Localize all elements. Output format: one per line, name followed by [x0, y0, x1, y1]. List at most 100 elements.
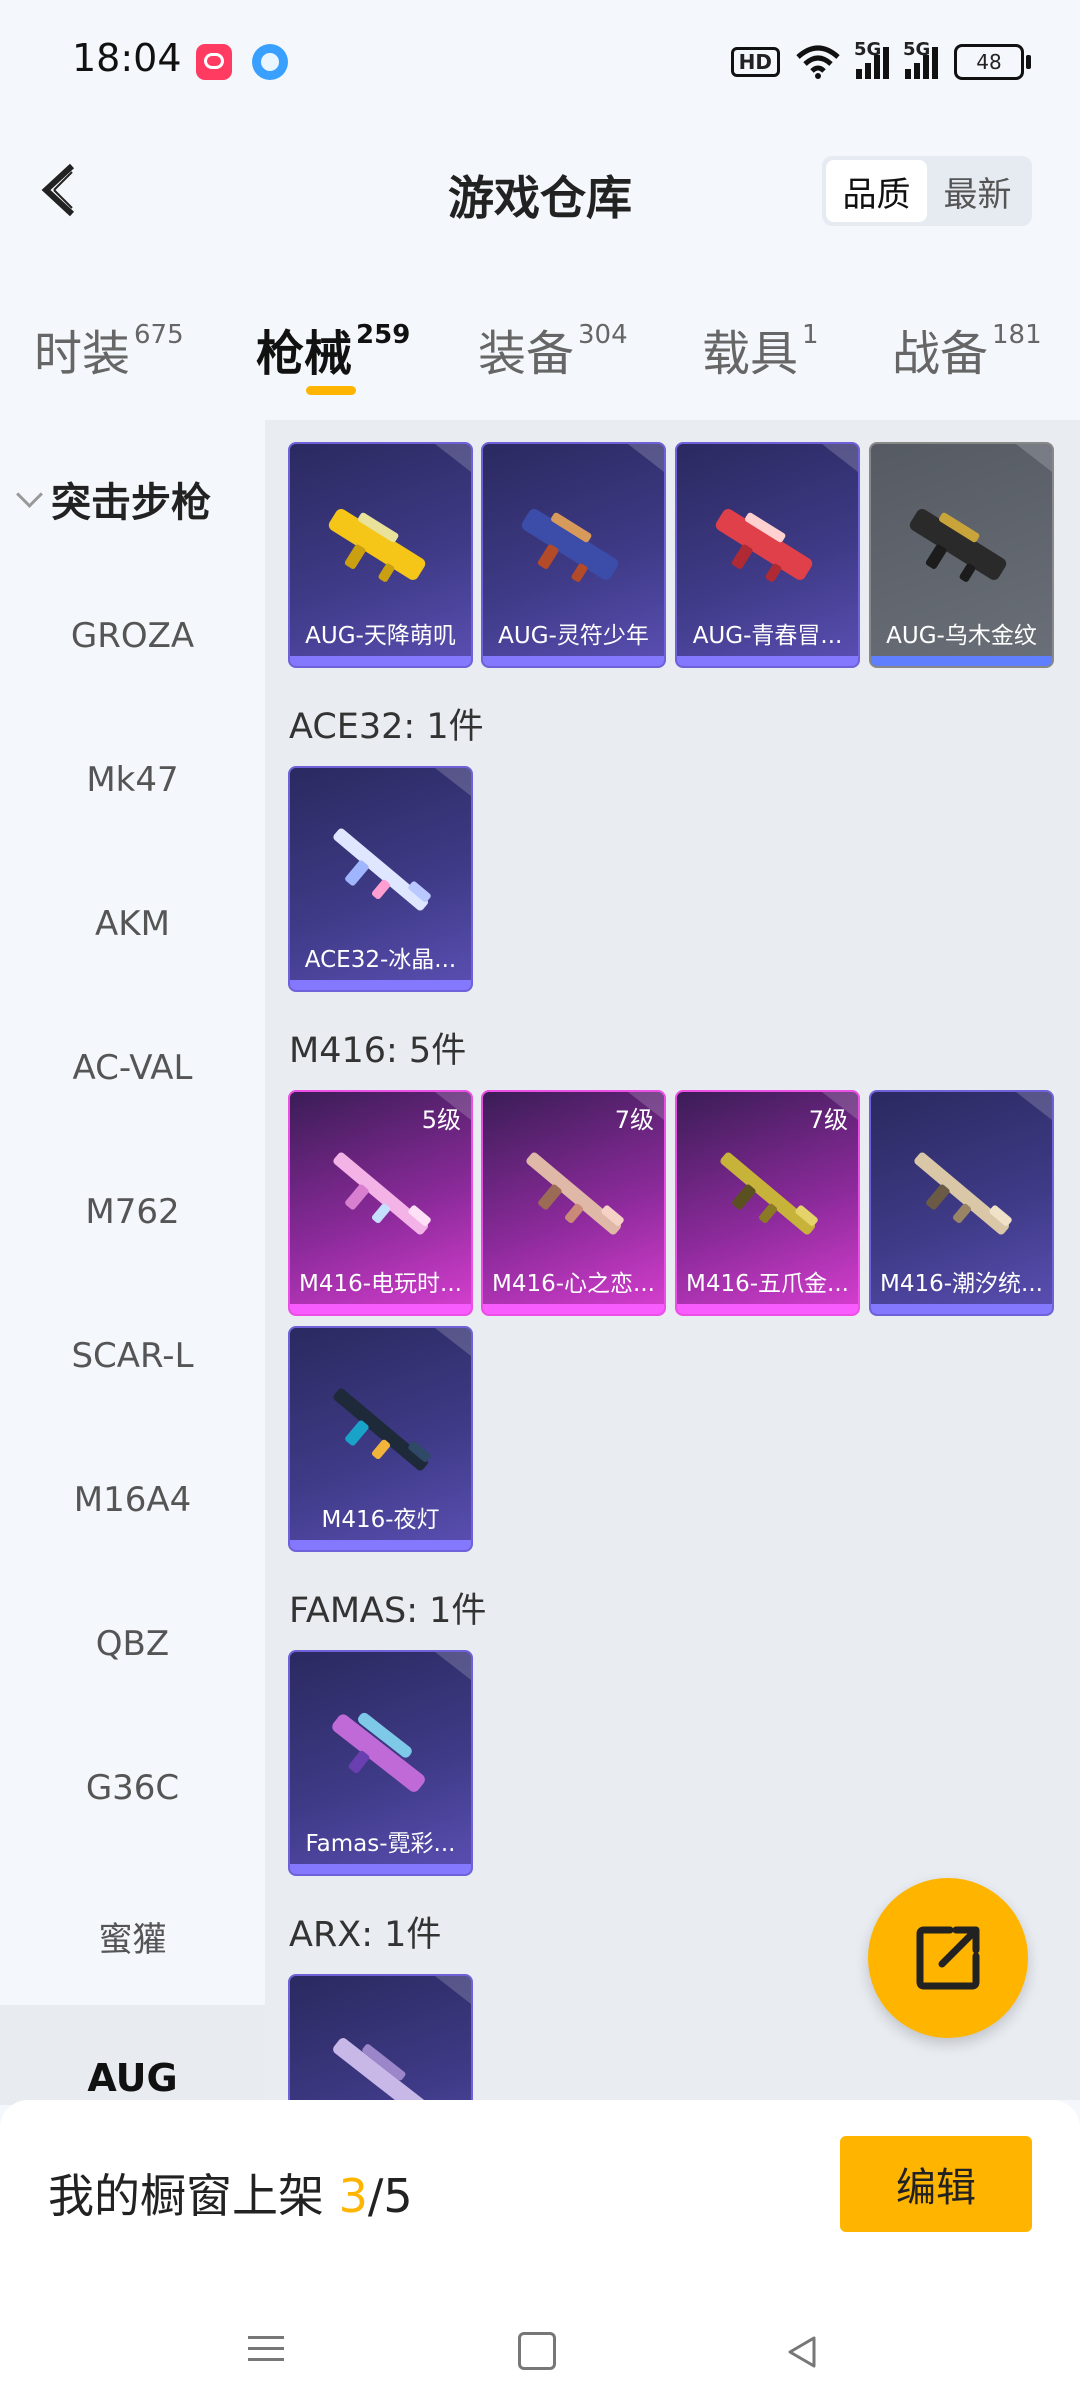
- m416-rifle-icon: [333, 1152, 431, 1235]
- sidebar-item-groza[interactable]: GROZA: [0, 616, 265, 656]
- weapon-name: M416-电玩时...: [299, 1271, 462, 1297]
- weapon-name: AUG-乌木金纹: [886, 623, 1037, 649]
- weapon-level-badge: 7级: [614, 1106, 654, 1134]
- sort-option-quality[interactable]: 品质: [826, 160, 927, 222]
- weapon-card[interactable]: 7级 M416-心之恋...: [481, 1090, 666, 1316]
- sidebar-item-scar-l[interactable]: SCAR-L: [0, 1336, 265, 1376]
- weapon-card[interactable]: AUG-青春冒...: [675, 442, 860, 668]
- sidebar-category[interactable]: 突击步枪: [16, 470, 211, 528]
- tab-supplies[interactable]: 战备 181: [892, 314, 1042, 384]
- signal-5g-label: 5G: [854, 39, 882, 60]
- weapon-card[interactable]: 5级 M416-电玩时...: [288, 1090, 473, 1316]
- tab-count: 675: [134, 320, 184, 350]
- sort-toggle: 品质 最新: [822, 156, 1032, 226]
- weapon-card[interactable]: M416-夜灯: [288, 1326, 473, 1552]
- rarity-bar: [290, 1540, 471, 1550]
- section-label-m416: M416: 5件: [289, 1031, 467, 1071]
- rarity-bar: [677, 1304, 858, 1314]
- showcase-panel: 我的橱窗上架 3/5 编辑: [0, 2100, 1080, 2400]
- share-button[interactable]: [868, 1878, 1028, 2038]
- weapon-level-badge: 5级: [421, 1106, 461, 1134]
- rarity-bar: [483, 1304, 664, 1314]
- battery-icon: 48: [954, 44, 1031, 80]
- share-external-icon: [916, 1926, 980, 1990]
- signal-icon-2: 5G: [903, 39, 938, 79]
- status-bar: 18:04 HD 5G 5G 48: [0, 0, 1080, 120]
- weapon-level-badge: 7级: [808, 1106, 848, 1134]
- back-icon[interactable]: [782, 2332, 822, 2372]
- tab-count: 259: [356, 320, 411, 350]
- tab-label: 枪械: [256, 326, 353, 382]
- weapon-grid: AUG-天降萌叽 AUG-灵符少年 AUG-青春冒... AUG-乌木金纹 AC…: [265, 420, 1080, 2100]
- m416-rifle-icon: [914, 1152, 1012, 1235]
- showcase-label: 我的橱窗上架: [48, 2169, 339, 2223]
- rarity-bar: [871, 656, 1052, 666]
- weapon-name: AUG-天降萌叽: [305, 623, 456, 649]
- sidebar-item-akm[interactable]: AKM: [0, 904, 265, 944]
- rarity-bar: [871, 1304, 1052, 1314]
- weapon-name: M416-心之恋...: [492, 1271, 655, 1297]
- tab-label: 载具: [702, 326, 799, 382]
- weapon-name: ACE32-冰晶...: [304, 947, 457, 973]
- system-navigation-bar: [0, 2310, 1080, 2400]
- ace32-rifle-icon: [333, 828, 431, 911]
- sidebar-item-m762[interactable]: M762: [0, 1192, 265, 1232]
- sidebar-item-ac-val[interactable]: AC-VAL: [0, 1048, 265, 1088]
- sidebar-item-mk47[interactable]: Mk47: [0, 760, 265, 800]
- sidebar-item-honey-badger[interactable]: 蜜獾: [0, 1912, 265, 1961]
- m416-rifle-icon: [720, 1152, 818, 1235]
- rarity-bar: [290, 1304, 471, 1314]
- weapon-name: AUG-灵符少年: [498, 623, 649, 649]
- sidebar-item-m16a4[interactable]: M16A4: [0, 1480, 265, 1520]
- app-notification-icon-2: [252, 44, 288, 80]
- weapon-sidebar: 突击步枪 GROZA Mk47 AKM AC-VAL M762 SCAR-L M…: [0, 420, 265, 2105]
- home-icon[interactable]: [518, 2332, 556, 2370]
- arx-rifle-icon: [333, 2038, 426, 2100]
- active-tab-indicator: [306, 386, 356, 395]
- signal-5g-label-2: 5G: [903, 39, 931, 60]
- weapon-card[interactable]: Famas-霓彩...: [288, 1650, 473, 1876]
- weapon-name: M416-夜灯: [321, 1507, 440, 1533]
- showcase-count: 3: [338, 2169, 368, 2223]
- edit-button[interactable]: 编辑: [840, 2136, 1032, 2232]
- tab-vehicles[interactable]: 载具 1: [702, 314, 819, 384]
- weapon-card[interactable]: M416-潮汐统...: [869, 1090, 1054, 1316]
- weapon-name: M416-潮汐统...: [880, 1271, 1043, 1297]
- weapon-name: M416-五爪金...: [686, 1271, 849, 1297]
- signal-icon: 5G: [854, 39, 889, 79]
- aug-rifle-icon: [521, 508, 619, 582]
- m416-rifle-icon: [526, 1152, 624, 1235]
- aug-rifle-icon: [715, 508, 813, 582]
- section-label-famas: FAMAS: 1件: [289, 1591, 487, 1631]
- weapon-card[interactable]: ACE32-冰晶...: [288, 766, 473, 992]
- tab-label: 装备: [478, 326, 575, 382]
- weapon-name: Famas-霓彩...: [305, 1831, 456, 1857]
- aug-rifle-icon: [328, 508, 426, 582]
- hd-icon: HD: [730, 47, 780, 77]
- weapon-card[interactable]: [288, 1974, 473, 2100]
- tab-fashion[interactable]: 时装 675: [34, 314, 184, 384]
- weapon-card[interactable]: AUG-天降萌叽: [288, 442, 473, 668]
- weapon-card[interactable]: AUG-灵符少年: [481, 442, 666, 668]
- status-time: 18:04: [72, 36, 182, 80]
- weapon-card[interactable]: AUG-乌木金纹: [869, 442, 1054, 668]
- sidebar-item-qbz[interactable]: QBZ: [0, 1624, 265, 1664]
- sort-option-newest[interactable]: 最新: [927, 160, 1028, 222]
- menu-icon[interactable]: [248, 2330, 284, 2366]
- tab-equipment[interactable]: 装备 304: [478, 314, 628, 384]
- wifi-icon: [796, 45, 840, 79]
- chevron-down-icon: [16, 480, 43, 508]
- app-notification-icon: [196, 44, 232, 80]
- rarity-bar: [290, 980, 471, 990]
- weapon-card[interactable]: 7级 M416-五爪金...: [675, 1090, 860, 1316]
- famas-rifle-icon: [332, 1712, 425, 1792]
- tab-count: 181: [992, 320, 1042, 350]
- tab-count: 1: [802, 320, 819, 350]
- tab-guns[interactable]: 枪械 259: [256, 314, 410, 384]
- rarity-bar: [290, 1864, 471, 1874]
- sidebar-item-aug[interactable]: AUG: [0, 2056, 265, 2100]
- chevron-left-icon[interactable]: [30, 160, 90, 220]
- tab-label: 战备: [892, 326, 989, 382]
- status-icons: HD 5G 5G 48: [730, 39, 1031, 84]
- sidebar-item-g36c[interactable]: G36C: [0, 1768, 265, 1808]
